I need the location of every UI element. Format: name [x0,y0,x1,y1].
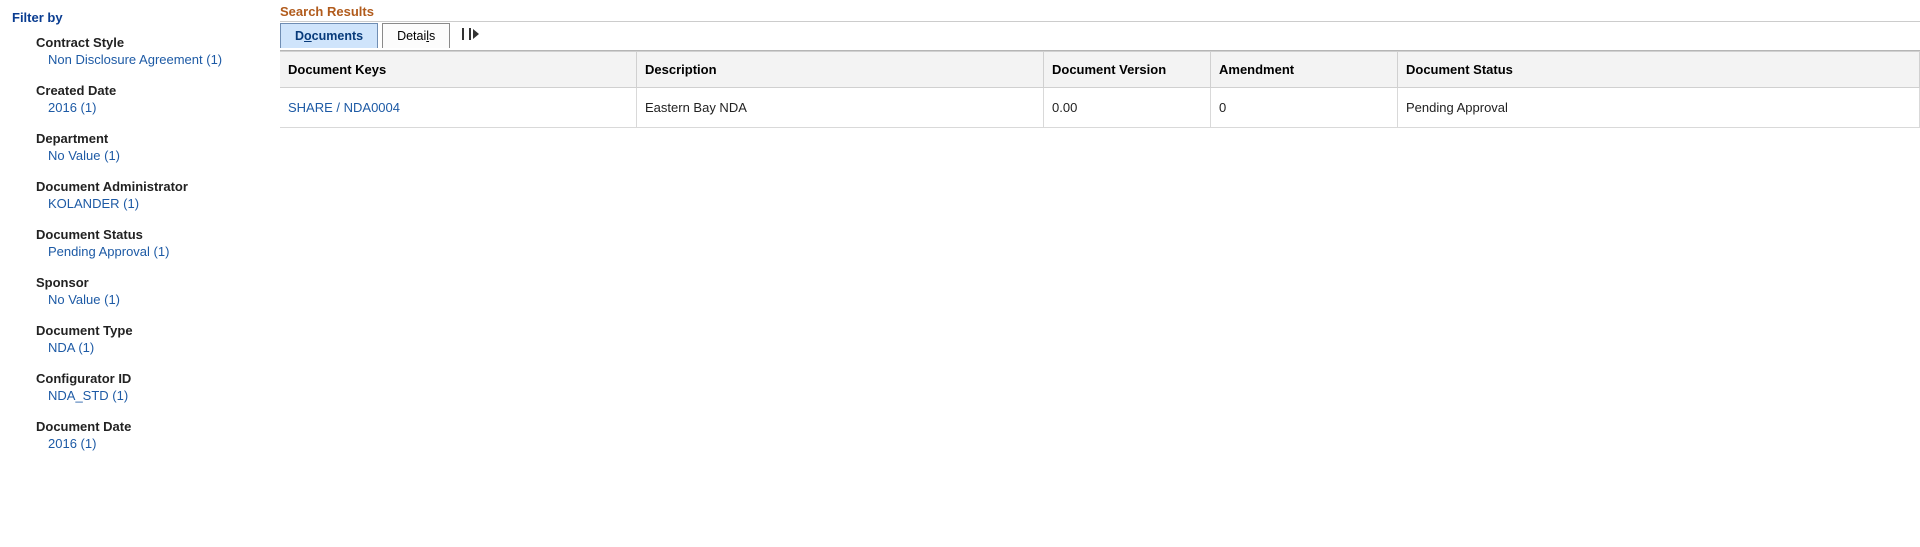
facet-label: Document Type [36,323,270,338]
facet-label: Configurator ID [36,371,270,386]
search-results-title: Search Results [280,4,1920,19]
facet-label: Sponsor [36,275,270,290]
table-row: SHARE / NDA0004 Eastern Bay NDA0.000Pendi… [280,88,1920,128]
column-header[interactable]: Amendment [1211,52,1398,88]
cell-status: Pending Approval [1398,88,1920,128]
facet-value[interactable]: KOLANDER (1) [48,196,270,211]
facet-value[interactable]: NDA_STD (1) [48,388,270,403]
facet-value[interactable]: 2016 (1) [48,436,270,451]
filter-by-title: Filter by [12,10,270,25]
facet-value[interactable]: No Value (1) [48,148,270,163]
cell-amendment: 0 [1211,88,1398,128]
facet-label: Department [36,131,270,146]
column-header[interactable]: Document Version [1044,52,1211,88]
column-header[interactable]: Description [637,52,1044,88]
facet-label: Document Administrator [36,179,270,194]
cell-description: Eastern Bay NDA [637,88,1044,128]
facet-value[interactable]: Non Disclosure Agreement (1) [48,52,270,67]
tab-strip: DocumentsDetails [280,22,1920,51]
column-header[interactable]: Document Status [1398,52,1920,88]
show-more-tabs-icon[interactable] [454,23,487,45]
tab-documents[interactable]: Documents [280,23,378,48]
facet-label: Created Date [36,83,270,98]
filter-sidebar: Filter by Contract Style Non Disclosure A… [0,0,280,477]
facet-value[interactable]: NDA (1) [48,340,270,355]
facet-label: Document Date [36,419,270,434]
tab-details[interactable]: Details [382,23,450,48]
cell-version: 0.00 [1044,88,1211,128]
column-header[interactable]: Document Keys [280,52,637,88]
facet-value[interactable]: 2016 (1) [48,100,270,115]
main-content: Search Results DocumentsDetails Document… [280,0,1920,477]
results-table: Document KeysDescriptionDocument Version… [280,51,1920,128]
facet-value[interactable]: No Value (1) [48,292,270,307]
document-key-link[interactable]: SHARE / NDA0004 [288,100,400,115]
facet-label: Document Status [36,227,270,242]
facet-value[interactable]: Pending Approval (1) [48,244,270,259]
facet-label: Contract Style [36,35,270,50]
